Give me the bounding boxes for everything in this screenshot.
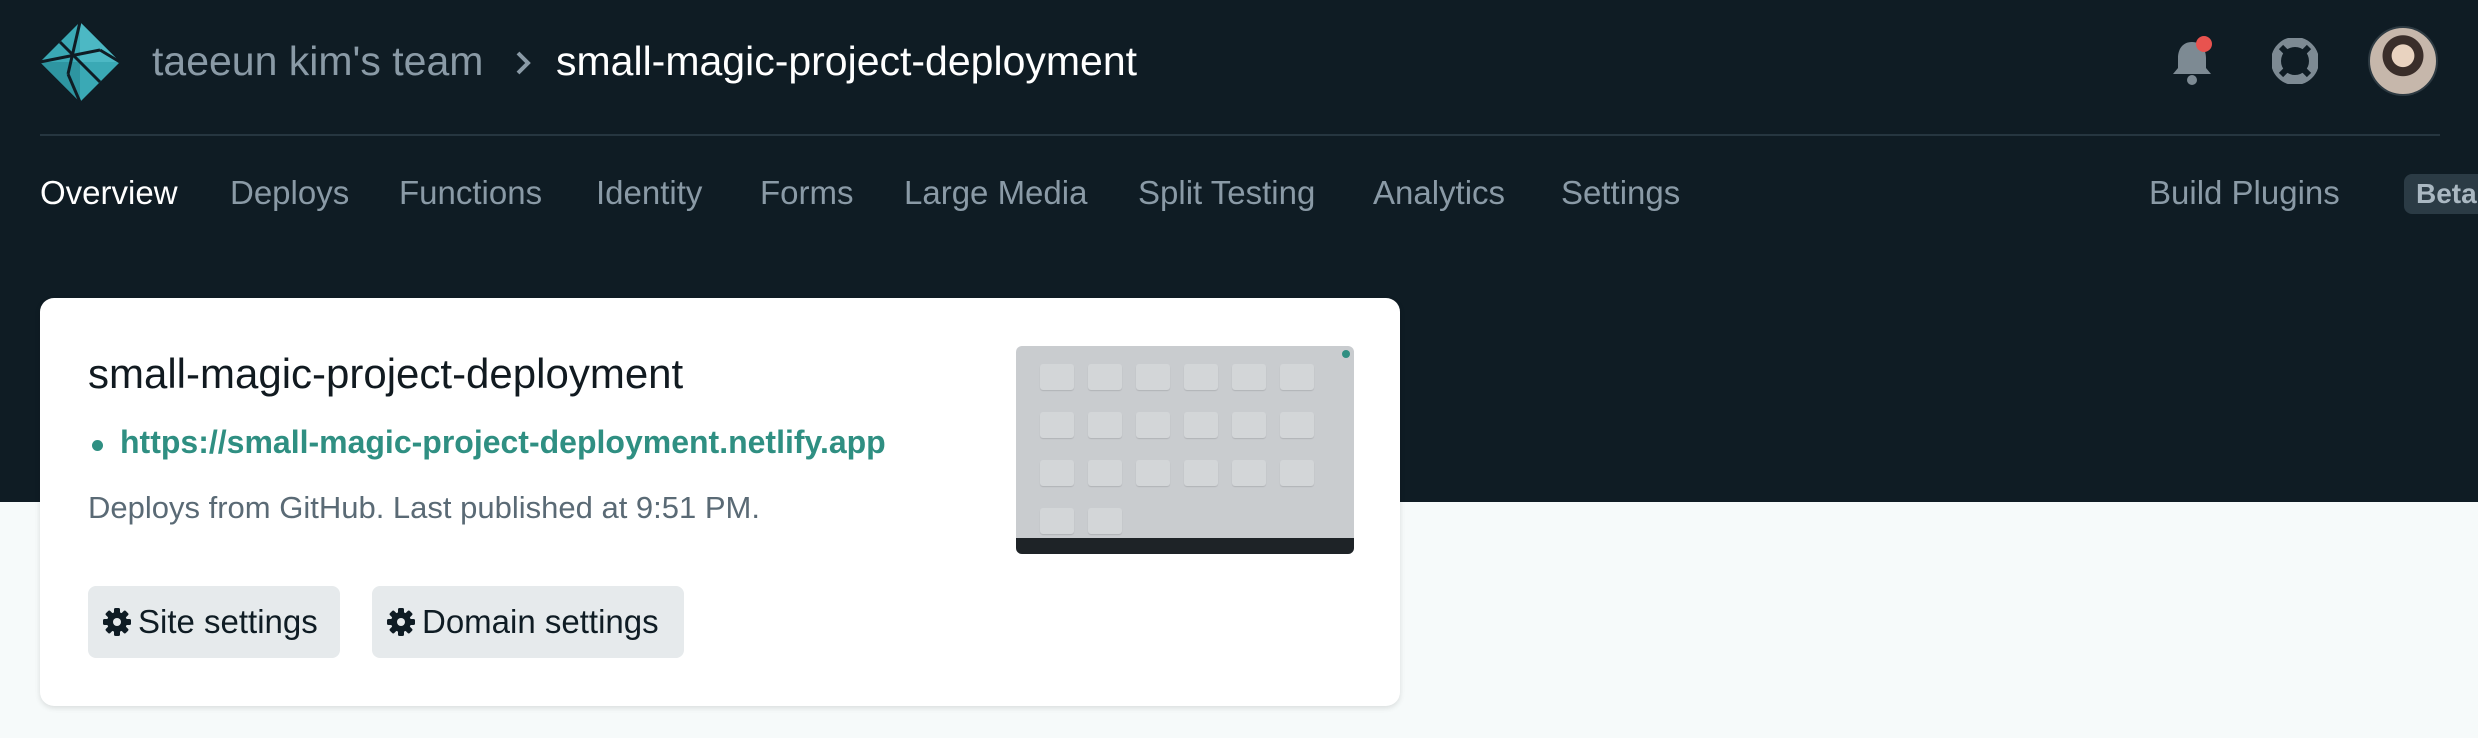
preview-tile (1136, 460, 1170, 486)
preview-tile (1280, 460, 1314, 486)
lifebuoy-icon[interactable] (2272, 38, 2318, 84)
preview-tile (1088, 364, 1122, 390)
preview-tile (1040, 412, 1074, 438)
preview-tile (1232, 460, 1266, 486)
preview-tile (1280, 364, 1314, 390)
tab-deploys[interactable]: Deploys (230, 174, 349, 212)
preview-footer-bar (1016, 538, 1354, 554)
tab-functions[interactable]: Functions (399, 174, 542, 212)
preview-tile (1040, 460, 1074, 486)
site-settings-button[interactable]: Site settings (88, 586, 340, 658)
domain-settings-label: Domain settings (422, 603, 659, 640)
preview-tile (1184, 460, 1218, 486)
preview-tile (1136, 364, 1170, 390)
tab-analytics[interactable]: Analytics (1373, 174, 1505, 212)
preview-tile (1136, 412, 1170, 438)
header-divider (40, 134, 2440, 136)
user-avatar[interactable] (2368, 26, 2438, 96)
tab-split-testing[interactable]: Split Testing (1138, 174, 1315, 212)
beta-badge: Beta (2404, 174, 2478, 214)
tab-settings[interactable]: Settings (1561, 174, 1680, 212)
deploy-info: Deploys from GitHub. Last published at 9… (88, 490, 760, 525)
breadcrumb-team[interactable]: taeeun kim's team (152, 38, 483, 85)
preview-tile (1088, 412, 1122, 438)
preview-tile (1088, 508, 1122, 534)
preview-tile (1232, 412, 1266, 438)
site-url-link[interactable]: https://small-magic-project-deployment.n… (120, 424, 886, 461)
preview-tile (1280, 412, 1314, 438)
url-bullet (92, 440, 103, 451)
tab-identity[interactable]: Identity (596, 174, 702, 212)
preview-tile (1040, 364, 1074, 390)
preview-tile (1040, 508, 1074, 534)
top-bar: taeeun kim's team small-magic-project-de… (0, 0, 2478, 126)
gear-icon (387, 608, 415, 636)
domain-settings-button[interactable]: Domain settings (372, 586, 684, 658)
preview-tile (1232, 364, 1266, 390)
preview-tile (1184, 412, 1218, 438)
site-settings-label: Site settings (138, 603, 318, 640)
card-site-title: small-magic-project-deployment (88, 350, 684, 397)
gear-icon (103, 608, 131, 636)
site-overview-card: small-magic-project-deployment https://s… (40, 298, 1400, 706)
preview-tile (1088, 460, 1122, 486)
breadcrumb-site[interactable]: small-magic-project-deployment (556, 38, 1137, 85)
tab-overview[interactable]: Overview (40, 174, 178, 212)
tab-forms[interactable]: Forms (760, 174, 854, 212)
site-preview-thumbnail[interactable] (1016, 346, 1354, 554)
tab-large-media[interactable]: Large Media (904, 174, 1087, 212)
preview-tile (1184, 364, 1218, 390)
preview-badge-icon (1342, 350, 1350, 358)
tab-build-plugins[interactable]: Build Plugins (2149, 174, 2340, 212)
notification-dot (2196, 36, 2212, 52)
netlify-logo-icon[interactable] (38, 20, 122, 104)
chevron-right-icon (516, 51, 531, 75)
